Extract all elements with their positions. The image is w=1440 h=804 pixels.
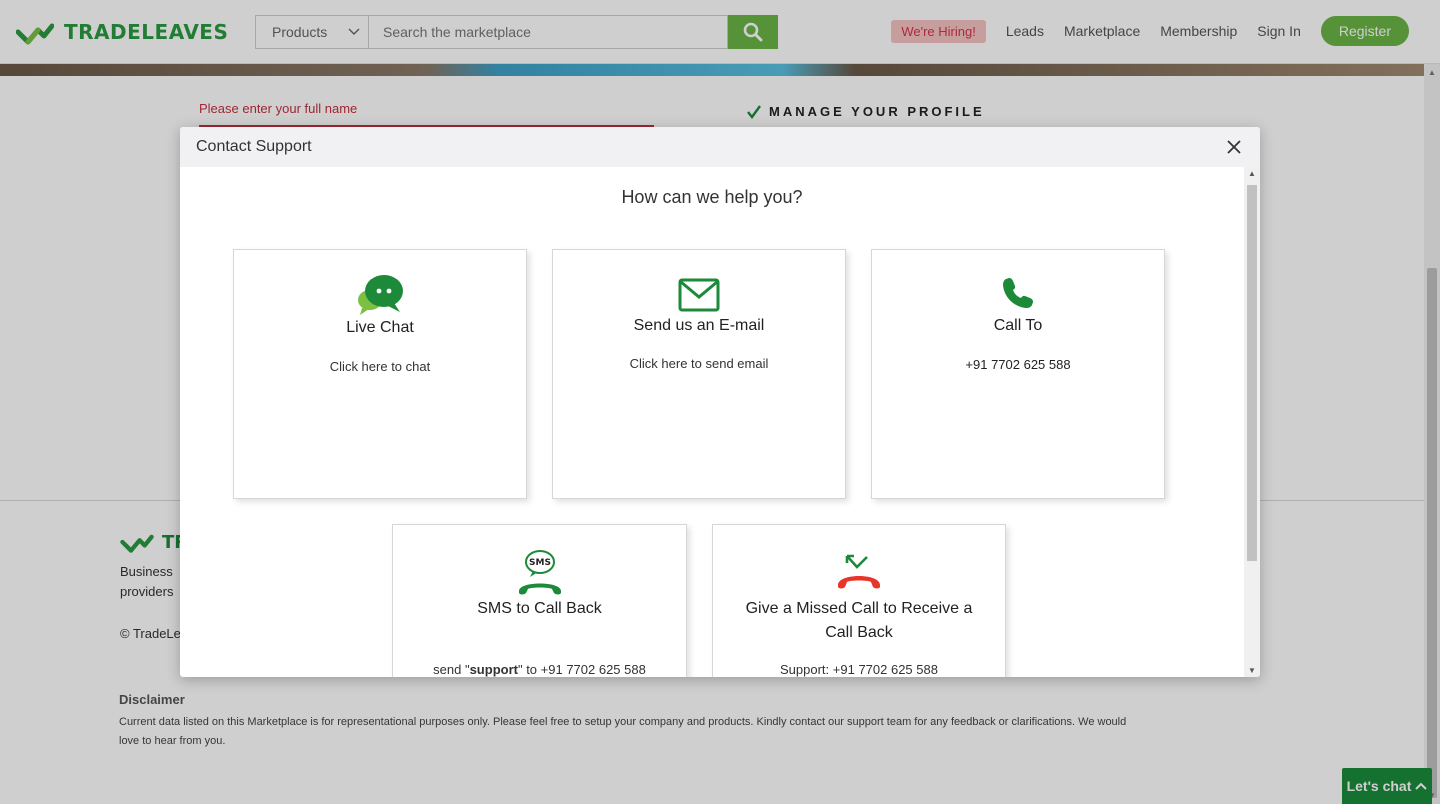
modal-header: Contact Support (180, 127, 1260, 167)
help-heading: How can we help you? (621, 187, 803, 207)
modal-title: Contact Support (196, 138, 312, 155)
live-chat-title: Live Chat (346, 319, 414, 336)
missed-call-prefix: Support: (780, 662, 833, 677)
missed-call-number: +91 7702 625 588 (832, 662, 938, 677)
sms-instruction-mid: " to (517, 662, 541, 677)
modal-scroll-down-icon[interactable]: ▼ (1248, 666, 1256, 675)
live-chat-card[interactable]: Live Chat Click here to chat (233, 249, 527, 499)
call-card[interactable]: Call To +91 7702 625 588 (871, 249, 1165, 499)
modal-scroll-up-icon[interactable]: ▲ (1248, 169, 1256, 178)
call-title: Call To (993, 317, 1043, 334)
sms-callback-instruction: send "support" to +91 7702 625 588 (393, 662, 686, 677)
missed-call-support-line: Support: +91 7702 625 588 (713, 662, 1005, 677)
sms-callback-icon: SMS (393, 549, 686, 597)
sms-callback-card[interactable]: SMS SMS to Call Back send "support" to +… (392, 524, 687, 677)
close-icon (1227, 140, 1241, 154)
sms-instruction-prefix: send " (433, 662, 470, 677)
live-chat-subtitle: Click here to chat (329, 359, 431, 374)
call-number: +91 7702 625 588 (965, 357, 1071, 372)
contact-support-modal: Contact Support How can we help you? Liv… (180, 127, 1260, 677)
phone-icon (872, 276, 1164, 310)
missed-call-title: Give a Missed Call to Receive a Call Bac… (745, 600, 973, 641)
sms-keyword: support (469, 662, 518, 677)
email-title: Send us an E-mail (633, 317, 765, 334)
sms-callback-title: SMS to Call Back (477, 600, 602, 617)
envelope-icon (553, 278, 845, 312)
svg-text:SMS: SMS (529, 558, 551, 568)
modal-body: How can we help you? Live Chat Click her… (180, 167, 1244, 677)
close-button[interactable] (1224, 137, 1244, 157)
missed-call-card[interactable]: Give a Missed Call to Receive a Call Bac… (712, 524, 1006, 677)
modal-scrollbar[interactable]: ▲ ▼ (1244, 167, 1260, 677)
missed-call-icon (713, 553, 1005, 591)
sms-number: +91 7702 625 588 (540, 662, 646, 677)
email-card[interactable]: Send us an E-mail Click here to send ema… (552, 249, 846, 499)
modal-scrollbar-thumb[interactable] (1247, 185, 1257, 561)
email-subtitle: Click here to send email (629, 356, 769, 371)
chat-bubbles-icon (234, 274, 526, 316)
